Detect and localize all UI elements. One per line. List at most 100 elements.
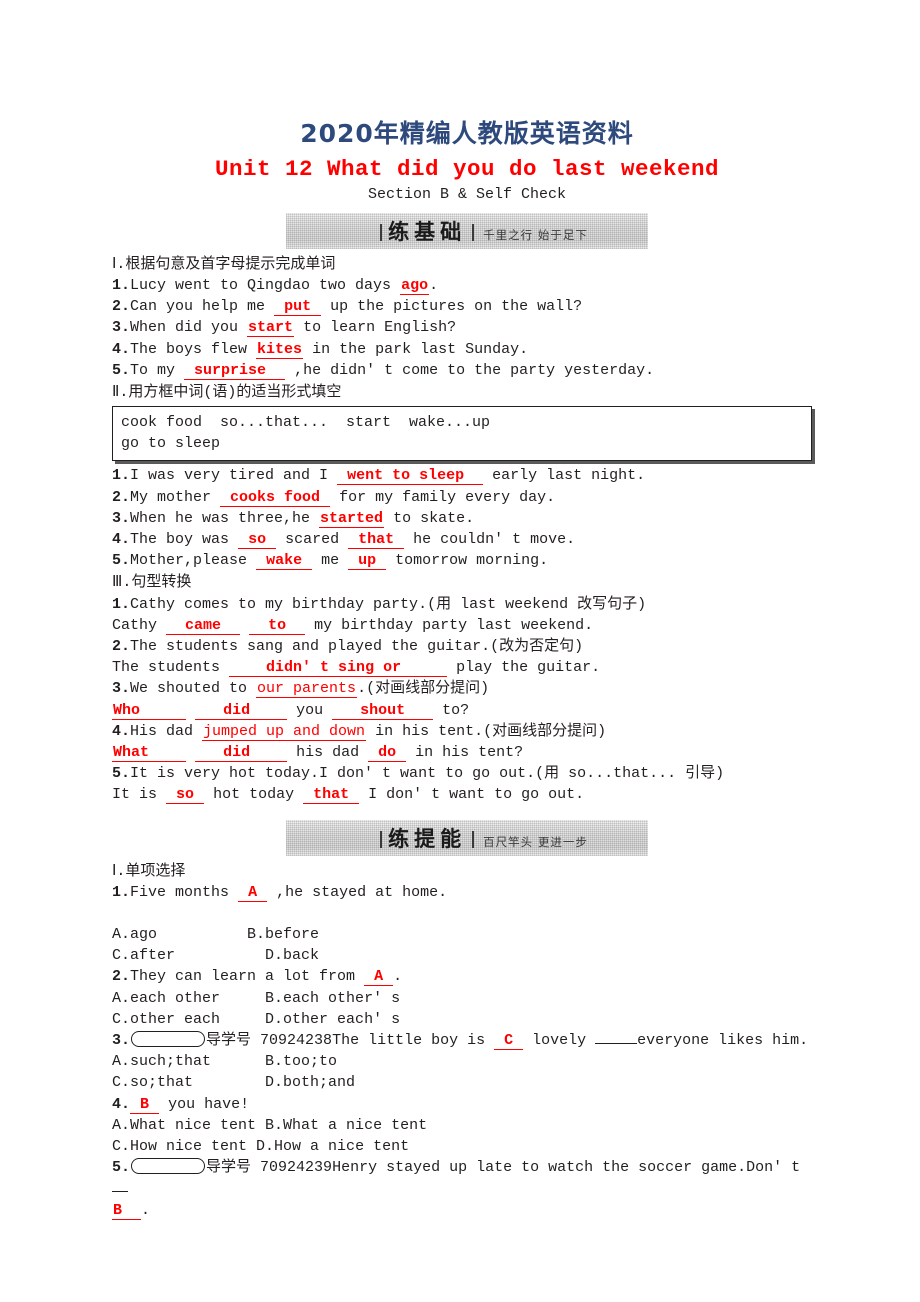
answer-text: What (113, 743, 150, 761)
answer-blank: went to sleep (337, 467, 484, 486)
option-b[interactable]: B.each other' s (265, 990, 400, 1007)
answer-text: Who (113, 701, 141, 719)
option-b[interactable]: B.too;to (265, 1053, 337, 1070)
answer-blank: put (274, 298, 322, 317)
option-c[interactable]: C.How nice tent (112, 1138, 247, 1155)
answer-mid (240, 617, 249, 634)
answer-text: wake (266, 552, 303, 570)
item-text-pre: Lucy went to Qingdao two days (130, 277, 401, 295)
answer-text: A (374, 968, 384, 986)
part4-q3-options-row2: C.so;that D.both;and (112, 1072, 822, 1093)
item-text-post: up the pictures on the wall? (321, 298, 583, 316)
answer-mid: you (287, 701, 333, 719)
answer-blank: wake (256, 552, 313, 571)
answer-blank: surprise (184, 361, 286, 380)
answer-text: that (313, 786, 350, 804)
stem-mid: lovely (523, 1031, 596, 1049)
part2-item-1: 1.I was very tired and I went to sleep e… (112, 465, 822, 486)
study-code-label: 导学号 (206, 1159, 252, 1177)
item-number: 3. (112, 1031, 131, 1049)
option-b[interactable]: B.What a nice tent (265, 1117, 427, 1134)
prompt-pre: His dad (130, 722, 203, 740)
option-c[interactable]: C.after (112, 947, 175, 964)
part4-q1-stem: 1.Five months A ,he stayed at home. (112, 882, 822, 903)
answer-text: shout (360, 701, 406, 719)
spacer-line (112, 903, 822, 924)
answer-text: so (176, 786, 195, 804)
option-a[interactable]: A.each other (112, 990, 220, 1007)
option-c[interactable]: C.other each (112, 1011, 220, 1028)
empty-blank (595, 1042, 638, 1044)
study-code-label: 导学号 (206, 1031, 252, 1049)
part2-heading: Ⅱ.用方框中词(语)的适当形式填空 (112, 384, 342, 402)
option-d[interactable]: D.How a nice tent (256, 1138, 409, 1155)
option-c[interactable]: C.so;that (112, 1074, 193, 1091)
option-a[interactable]: A.such;that (112, 1053, 211, 1070)
part4-q4-options-row1: A.What nice tent B.What a nice tent (112, 1115, 822, 1136)
empty-blank (112, 1191, 128, 1193)
practice-banner-ability: 练提能 百尺竿头 更进一步 (286, 819, 648, 856)
item-number: 1. (112, 595, 131, 613)
option-b[interactable]: B.before (247, 926, 319, 943)
item-number: 1. (112, 277, 131, 295)
stem-pre: They can learn a lot from (130, 968, 365, 986)
stem-post: everyone likes him. (637, 1031, 809, 1049)
item-text-post: in the park last Sunday. (303, 340, 529, 358)
study-code-capsule-icon (131, 1158, 206, 1175)
part4-q2-options-row1: A.each other B.each other' s (112, 988, 822, 1009)
option-d[interactable]: D.both;and (265, 1074, 355, 1091)
answer-text: B (140, 1095, 150, 1113)
answer-mid: hot today (204, 786, 304, 804)
part4-q1-options-row2: C.after D.back (112, 945, 822, 966)
option-a[interactable]: A.ago (112, 926, 157, 943)
part2-item-2: 2.My mother cooks food for my family eve… (112, 487, 822, 508)
item-number: 2. (112, 968, 131, 986)
word-bank-line-2: go to sleep (121, 435, 221, 453)
answer-text: didn' t sing or (266, 659, 402, 677)
part1-item-2: 2.Can you help me put up the pictures on… (112, 296, 822, 317)
part4-q2-options-row2: C.other each D.other each' s (112, 1009, 822, 1030)
item-number: 3. (112, 680, 131, 698)
study-code-value: 70924239 (260, 1159, 333, 1177)
item-text-mid: scared (276, 530, 349, 548)
part3-heading: Ⅲ.句型转换 (112, 574, 192, 592)
answer-text: to (268, 616, 287, 634)
worksheet-content: 2020年精编人教版英语资料 Unit 12 What did you do l… (112, 118, 822, 1221)
answer-post: play the guitar. (447, 659, 601, 677)
item-text-pre: Can you help me (130, 298, 275, 316)
answer-text: did (223, 743, 251, 761)
option-d[interactable]: D.back (265, 947, 319, 964)
answer-blank: kites (256, 340, 304, 359)
answer-mid: his dad (287, 743, 369, 761)
item-text-post: he couldn' t move. (404, 530, 576, 548)
part1-heading: Ⅰ.根据句意及首字母提示完成单词 (112, 255, 336, 273)
answer-pre: The students (112, 659, 230, 677)
part4-q3-options-row1: A.such;that B.too;to (112, 1051, 822, 1072)
answer-blank: so (166, 786, 205, 805)
option-a[interactable]: A.What nice tent (112, 1117, 256, 1134)
item-number: 3. (112, 509, 131, 527)
answer-text: do (378, 743, 397, 761)
banner-divider-icon (472, 223, 475, 241)
part2-item-4: 4.The boy was so scared that he couldn' … (112, 529, 822, 550)
item-text-pre: I was very tired and I (130, 467, 338, 485)
answer-post: in his tent? (406, 743, 524, 761)
answer-text: that (358, 530, 395, 548)
banner-divider-icon (472, 830, 475, 848)
part1-item-4: 4.The boys flew kites in the park last S… (112, 339, 822, 360)
item-text-post: early last night. (483, 467, 646, 485)
item-text-post: for my family every day. (330, 488, 556, 506)
item-text-pre: When he was three,he (130, 509, 320, 527)
answer-text: C (504, 1031, 514, 1049)
stem-pre: Henry stayed up late to watch the soccer… (332, 1159, 810, 1177)
answer-blank: cooks food (220, 488, 331, 507)
option-d[interactable]: D.other each' s (265, 1011, 400, 1028)
item-text-post: . (429, 277, 439, 295)
answer-blank-2: that (303, 786, 360, 805)
answer-text: surprise (194, 361, 267, 379)
item-text-post: ,he didn' t come to the party yesterday. (285, 361, 655, 379)
banner-basics-label: 练基础 (388, 219, 467, 244)
answer-blank: started (319, 509, 385, 528)
prompt-pre: We shouted to (130, 680, 257, 698)
part4-q5-stem: 5. 导学号 70924239Henry stayed up late to wa… (112, 1157, 822, 1199)
